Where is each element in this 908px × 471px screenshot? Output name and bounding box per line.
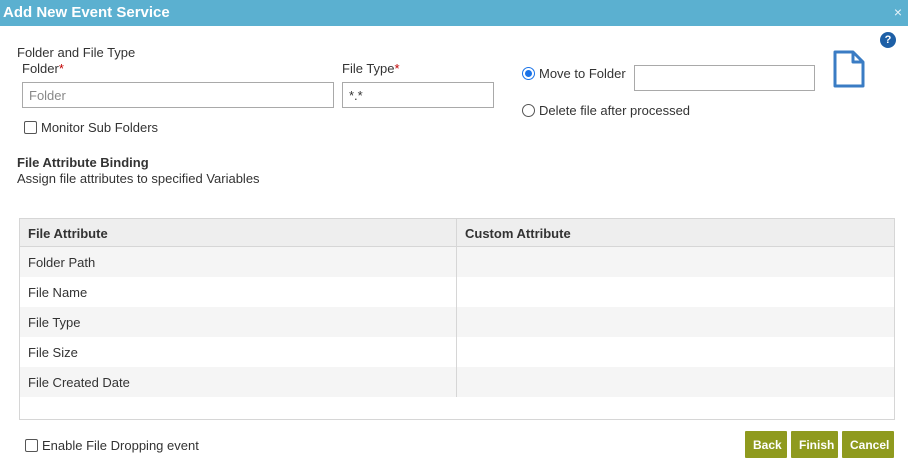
cell-file-attribute: File Type xyxy=(20,307,457,337)
enable-file-dropping-checkbox[interactable]: Enable File Dropping event xyxy=(25,438,199,453)
column-header-file-attribute[interactable]: File Attribute xyxy=(20,219,457,246)
table-header: File Attribute Custom Attribute xyxy=(20,219,894,247)
table-row[interactable]: File Created Date xyxy=(20,367,894,397)
cell-file-attribute: File Name xyxy=(20,277,457,307)
cell-custom-attribute[interactable] xyxy=(457,307,894,337)
cancel-button[interactable]: Cancel xyxy=(842,431,894,458)
table-row[interactable]: File Size xyxy=(20,337,894,367)
enable-file-dropping-label: Enable File Dropping event xyxy=(42,438,199,453)
folder-input[interactable] xyxy=(22,82,334,108)
cell-custom-attribute[interactable] xyxy=(457,367,894,397)
cell-file-attribute: Folder Path xyxy=(20,247,457,277)
filetype-label: File Type* xyxy=(342,61,400,76)
monitor-subfolders-label: Monitor Sub Folders xyxy=(41,120,159,135)
monitor-subfolders-checkbox[interactable]: Monitor Sub Folders xyxy=(24,120,158,135)
table-row[interactable]: Folder Path xyxy=(20,247,894,277)
attribute-table: File Attribute Custom Attribute Folder P… xyxy=(19,218,895,420)
dialog-title: Add New Event Service xyxy=(3,4,170,21)
help-icon[interactable]: ? xyxy=(880,32,896,48)
cell-file-attribute: File Size xyxy=(20,337,457,367)
table-body: Folder Path File Name File Type File Siz… xyxy=(20,247,894,397)
folder-section-heading: Folder and File Type xyxy=(17,45,136,60)
move-to-folder-radio[interactable]: Move to Folder xyxy=(522,66,626,81)
delete-after-label: Delete file after processed xyxy=(539,103,691,118)
binding-subtitle: Assign file attributes to specified Vari… xyxy=(17,171,260,186)
back-button[interactable]: Back xyxy=(745,431,787,458)
radio-selected[interactable] xyxy=(522,67,535,80)
column-header-custom-attribute[interactable]: Custom Attribute xyxy=(457,219,894,246)
finish-button[interactable]: Finish xyxy=(791,431,838,458)
checkbox-box[interactable] xyxy=(25,439,38,452)
delete-after-processed-radio[interactable]: Delete file after processed xyxy=(522,103,690,118)
binding-title: File Attribute Binding xyxy=(17,155,149,170)
cell-custom-attribute[interactable] xyxy=(457,337,894,367)
filetype-input[interactable] xyxy=(342,82,494,108)
required-mark: * xyxy=(394,61,400,76)
cell-file-attribute: File Created Date xyxy=(20,367,457,397)
table-row[interactable]: File Name xyxy=(20,277,894,307)
required-mark: * xyxy=(58,61,64,76)
folder-label-text: Folder xyxy=(22,61,59,76)
filetype-label-text: File Type xyxy=(342,61,395,76)
checkbox-box[interactable] xyxy=(24,121,37,134)
move-to-folder-input[interactable] xyxy=(634,65,815,91)
radio-unselected[interactable] xyxy=(522,104,535,117)
cell-custom-attribute[interactable] xyxy=(457,247,894,277)
file-icon xyxy=(833,50,865,88)
move-to-folder-label: Move to Folder xyxy=(539,66,626,81)
cell-custom-attribute[interactable] xyxy=(457,277,894,307)
folder-label: Folder* xyxy=(22,61,64,76)
dialog-titlebar: Add New Event Service × xyxy=(0,0,908,26)
close-icon[interactable]: × xyxy=(894,4,902,20)
table-row[interactable]: File Type xyxy=(20,307,894,337)
